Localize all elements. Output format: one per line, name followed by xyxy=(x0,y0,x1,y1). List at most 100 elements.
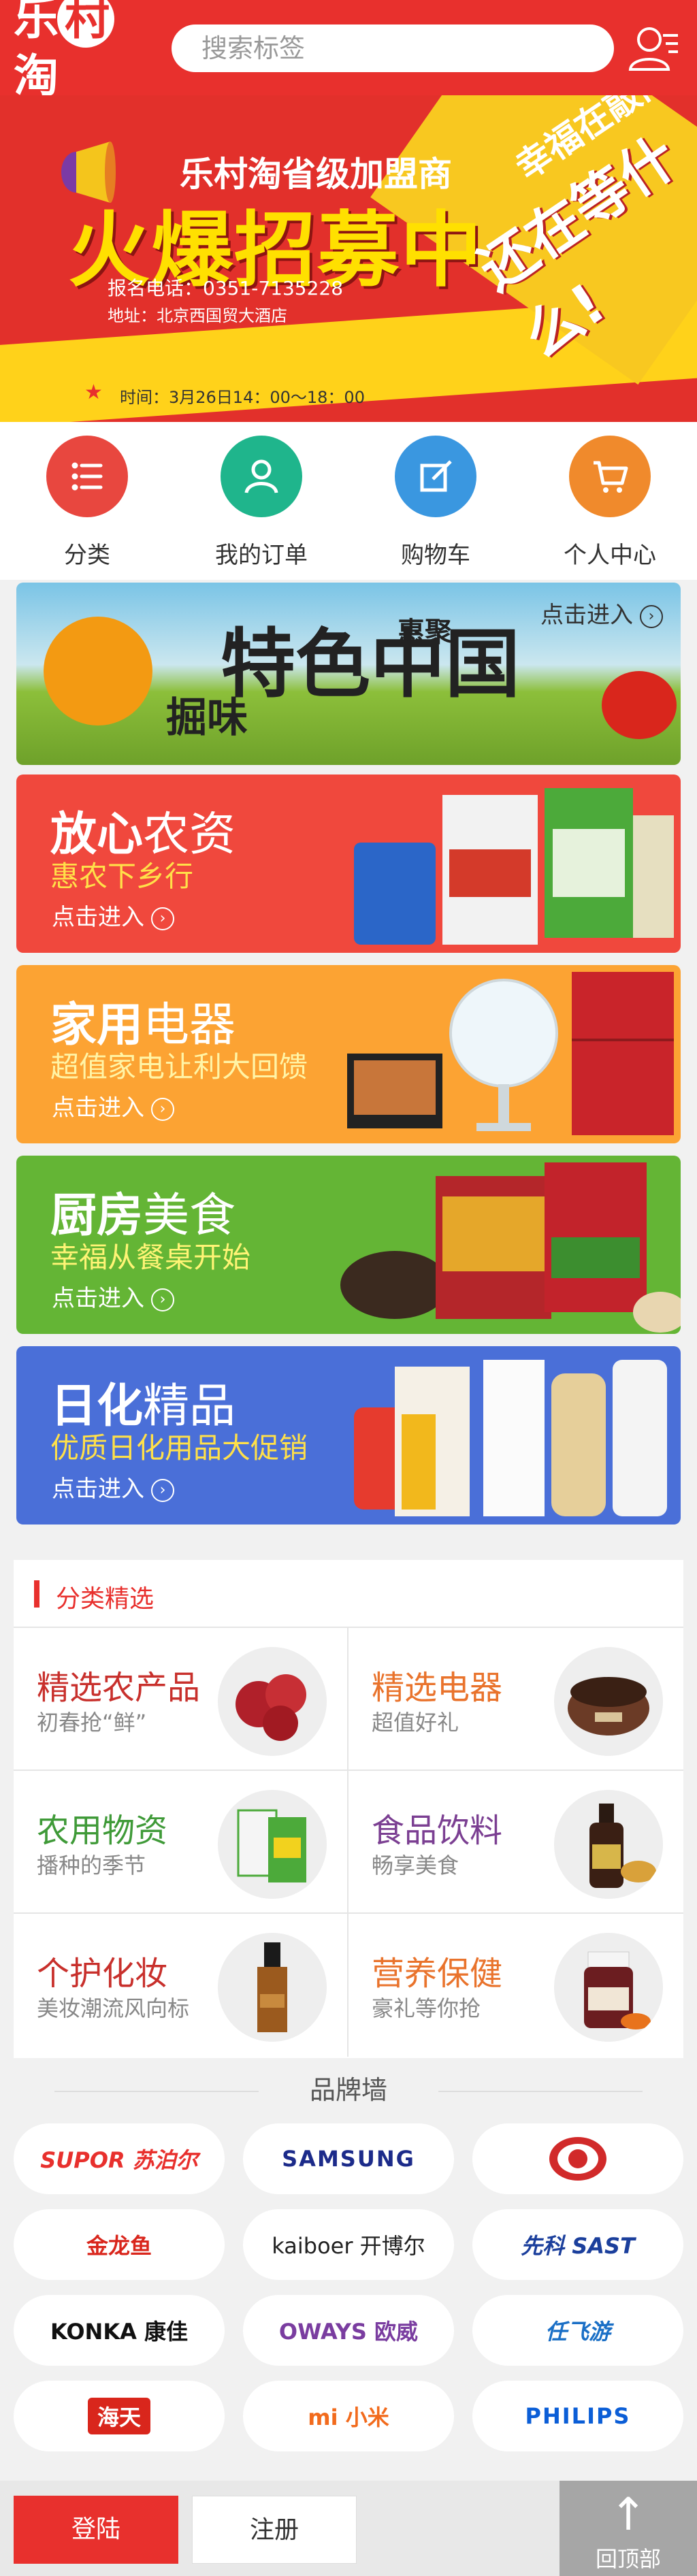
promo-subtitle: 超值家电让利大回馈 xyxy=(50,1050,308,1083)
arrow-up-icon: ↑ xyxy=(609,2488,647,2541)
enter-text: 点击进入 xyxy=(52,1476,144,1503)
appliances-image xyxy=(347,972,674,1135)
promo-subtitle: 优质日化用品大促销 xyxy=(50,1431,308,1465)
chevron-right-icon: › xyxy=(151,1097,174,1121)
star-icon: ★ xyxy=(84,380,103,404)
category-heading: 分类精选 xyxy=(56,1585,155,1613)
brand-sast[interactable]: 先科 SAST xyxy=(472,2209,683,2280)
category-subtitle: 畅享美食 xyxy=(372,1853,459,1878)
user-icon[interactable] xyxy=(626,20,681,75)
rice-cooker-image xyxy=(554,1647,663,1756)
promo-title: 特色中国 xyxy=(221,620,520,708)
brand-name: SUPOR 苏泊尔 xyxy=(40,2147,198,2173)
category-header: 分类精选 xyxy=(14,1560,683,1628)
logo-char-3: 淘 xyxy=(14,50,59,102)
promo-daily-chemicals[interactable]: 日化精品 优质日化用品大促销 点击进入 › xyxy=(16,1346,681,1525)
enter-link[interactable]: 点击进入 › xyxy=(540,596,663,630)
nav-category[interactable]: 分类 xyxy=(0,422,174,580)
brand-name: KONKA 康佳 xyxy=(50,2319,189,2345)
recruit-banner[interactable]: 乐村淘省级加盟商 火爆招募中 报名电话：0351-7135228 地址：北京西国… xyxy=(0,95,697,422)
brand-supor[interactable]: SUPOR 苏泊尔 xyxy=(14,2123,225,2194)
category-item-agri-supplies[interactable]: 农用物资 播种的季节 xyxy=(14,1771,348,1914)
seed-bag-image xyxy=(218,1790,327,1899)
login-button[interactable]: 登陆 xyxy=(14,2496,178,2564)
brand-samsung[interactable]: SAMSUNG xyxy=(243,2123,454,2194)
category-subtitle: 豪礼等你抢 xyxy=(372,1995,481,2021)
nav-user-center[interactable]: 个人中心 xyxy=(523,422,697,580)
promo-agri-supplies[interactable]: 放心农资 惠农下乡行 点击进入 › xyxy=(16,775,681,953)
brand-oways[interactable]: OWAYS 欧威 xyxy=(243,2295,454,2366)
person-icon xyxy=(221,436,302,517)
category-title: 个护化妆 xyxy=(37,1955,168,1993)
promo-home-appliances[interactable]: 家用电器 超值家电让利大回馈 点击进入 › xyxy=(16,965,681,1143)
category-title: 精选农产品 xyxy=(37,1669,201,1707)
banner-address: 地址：北京西国贸大酒店 xyxy=(108,306,287,325)
chevron-right-icon: › xyxy=(151,1288,174,1311)
promo-special-china[interactable]: 掘味 特色中国 惠聚 点击进入 › xyxy=(16,583,681,765)
enter-link[interactable]: 点击进入 › xyxy=(52,1279,174,1313)
enter-link[interactable]: 点击进入 › xyxy=(52,898,174,932)
category-item-food-drinks[interactable]: 食品饮料 畅享美食 xyxy=(348,1771,683,1914)
category-item-health[interactable]: 营养保健 豪礼等你抢 xyxy=(348,1914,683,2057)
category-subtitle: 美妆潮流风向标 xyxy=(37,1995,190,2021)
category-subtitle: 初春抢“鲜” xyxy=(37,1710,147,1735)
category-title: 营养保健 xyxy=(372,1955,503,1993)
nav-cart[interactable]: 购物车 xyxy=(348,422,523,580)
nav-my-orders-label: 我的订单 xyxy=(215,542,308,569)
quick-nav: 分类 我的订单 购物车 个人中心 xyxy=(0,422,697,580)
site-logo[interactable]: 乐村淘 xyxy=(14,0,157,102)
back-to-top-label: 回顶部 xyxy=(595,2546,661,2572)
brand-philips[interactable]: PHILIPS xyxy=(472,2381,683,2451)
nav-user-center-label: 个人中心 xyxy=(564,542,656,569)
brand-renfeiyou[interactable]: 任飞游 xyxy=(472,2295,683,2366)
nav-cart-label: 购物车 xyxy=(401,542,470,569)
enter-link[interactable]: 点击进入 › xyxy=(52,1089,174,1122)
enter-link[interactable]: 点击进入 › xyxy=(52,1470,174,1503)
brand-name: PHILIPS xyxy=(525,2403,631,2429)
top-header: 乐村淘 搜索标签 xyxy=(0,0,697,102)
brand-wall-title: 品牌墙 xyxy=(309,2075,387,2105)
promo-subtitle: 幸福从餐桌开始 xyxy=(50,1241,251,1274)
brand-haitian[interactable]: 海天 xyxy=(14,2381,225,2451)
food-image xyxy=(340,1162,681,1333)
soy-sauce-image xyxy=(554,1790,663,1899)
brand-kaiboer[interactable]: kaiboer 开博尔 xyxy=(243,2209,454,2280)
edit-icon xyxy=(395,436,476,517)
promo-kitchen-food[interactable]: 厨房美食 幸福从餐桌开始 点击进入 › xyxy=(16,1156,681,1334)
tomato-image xyxy=(602,671,677,739)
nav-my-orders[interactable]: 我的订单 xyxy=(174,422,348,580)
banner-time: 时间：3月26日14：00～18：00 xyxy=(120,388,365,407)
brand-flower-logo[interactable] xyxy=(472,2123,683,2194)
category-title: 精选电器 xyxy=(372,1669,503,1707)
plum-image xyxy=(218,1647,327,1756)
category-item-cosmetics[interactable]: 个护化妆 美妆潮流风向标 xyxy=(14,1914,348,2057)
back-to-top-button[interactable]: ↑ 回顶部 xyxy=(560,2481,697,2576)
brand-konka[interactable]: KONKA 康佳 xyxy=(14,2295,225,2366)
brand-name: kaiboer 开博尔 xyxy=(272,2233,425,2259)
brand-xiaomi[interactable]: mi 小米 xyxy=(243,2381,454,2451)
brand-name: 海天 xyxy=(87,2398,150,2434)
category-title: 农用物资 xyxy=(37,1812,168,1850)
register-button[interactable]: 注册 xyxy=(192,2496,357,2564)
flower-logo-icon xyxy=(549,2137,606,2181)
promo-subtitle: 惠农下乡行 xyxy=(50,860,194,893)
enter-text: 点击进入 xyxy=(52,1285,144,1312)
category-item-appliances[interactable]: 精选电器 超值好礼 xyxy=(348,1628,683,1771)
brand-name: 任飞游 xyxy=(545,2319,611,2345)
heading-accent-bar xyxy=(34,1580,39,1608)
toiletries-image xyxy=(354,1360,667,1516)
chevron-right-icon: › xyxy=(151,907,174,930)
fertilizer-image xyxy=(354,788,674,945)
brand-name: 金龙鱼 xyxy=(86,2233,152,2259)
logo-char-2: 村 xyxy=(57,0,114,48)
enter-text: 点击进入 xyxy=(52,1094,144,1122)
brand-name: 先科 SAST xyxy=(521,2233,635,2259)
supplement-jar-image xyxy=(554,1933,663,2042)
category-picks: 分类精选 精选农产品 初春抢“鲜” 精选电器 超值好礼 农用物资 播种的季节 食… xyxy=(14,1560,683,2058)
category-subtitle: 播种的季节 xyxy=(37,1853,146,1878)
logo-char-1: 乐 xyxy=(14,0,59,45)
category-item-agri-products[interactable]: 精选农产品 初春抢“鲜” xyxy=(14,1628,348,1771)
search-input[interactable]: 搜索标签 xyxy=(172,25,614,72)
enter-text: 点击进入 xyxy=(52,904,144,931)
brand-jinlongyu[interactable]: 金龙鱼 xyxy=(14,2209,225,2280)
